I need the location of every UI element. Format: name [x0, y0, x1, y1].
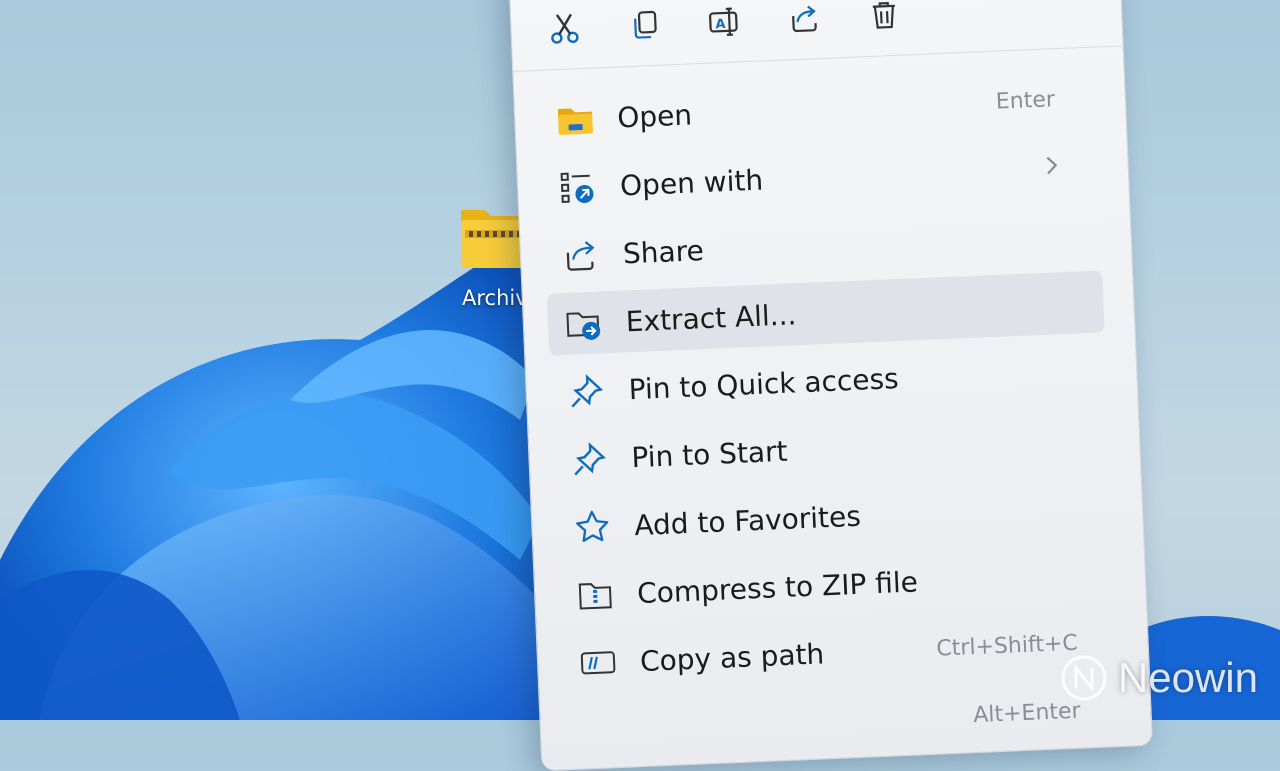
neowin-watermark: Neowin [1060, 654, 1258, 702]
context-menu: A Open Enter Open with Share Extract All… [508, 0, 1154, 771]
pin-icon [567, 436, 613, 482]
svg-text:A: A [715, 17, 726, 32]
chevron-right-icon [1043, 153, 1060, 182]
star-icon [569, 504, 615, 550]
menu-item-label: Extract All... [625, 297, 797, 338]
shortcut-hint: Alt+Enter [972, 698, 1082, 728]
share-icon [792, 5, 817, 33]
menu-item-label: Pin to Start [630, 434, 789, 474]
menu-item-label: Pin to Quick access [627, 361, 900, 406]
delete-button[interactable] [860, 0, 908, 39]
folder-icon [552, 96, 598, 142]
rename-icon: A [709, 7, 738, 36]
menu-item-label: Open [616, 97, 693, 135]
path-icon [575, 640, 621, 686]
menu-item-label: Add to Favorites [633, 499, 862, 542]
pin-icon [564, 368, 610, 414]
trash-icon [872, 1, 895, 29]
zip-icon [572, 572, 618, 618]
copy-button[interactable] [620, 1, 668, 49]
share-icon [558, 232, 604, 278]
menu-item-label: Copy as path [639, 636, 825, 678]
share-toolbar-button[interactable] [780, 0, 828, 43]
menu-item-label: Share [622, 233, 705, 270]
rename-button[interactable]: A [700, 0, 748, 46]
context-menu-toolbar: A [540, 0, 908, 58]
extract-icon [561, 300, 607, 346]
neowin-logo-icon [1061, 655, 1107, 701]
menu-item-label: Compress to ZIP file [636, 564, 919, 610]
watermark-brand: Neowin [1117, 654, 1258, 701]
copy-icon [634, 10, 657, 39]
cut-button[interactable] [541, 5, 589, 53]
shortcut-hint: Enter [995, 86, 1056, 115]
scissors-icon [551, 13, 579, 44]
menu-item-label: Open with [619, 163, 764, 202]
shortcut-hint: Ctrl+Shift+C [935, 630, 1079, 662]
open-with-icon [555, 164, 601, 210]
properties-icon [578, 708, 624, 754]
